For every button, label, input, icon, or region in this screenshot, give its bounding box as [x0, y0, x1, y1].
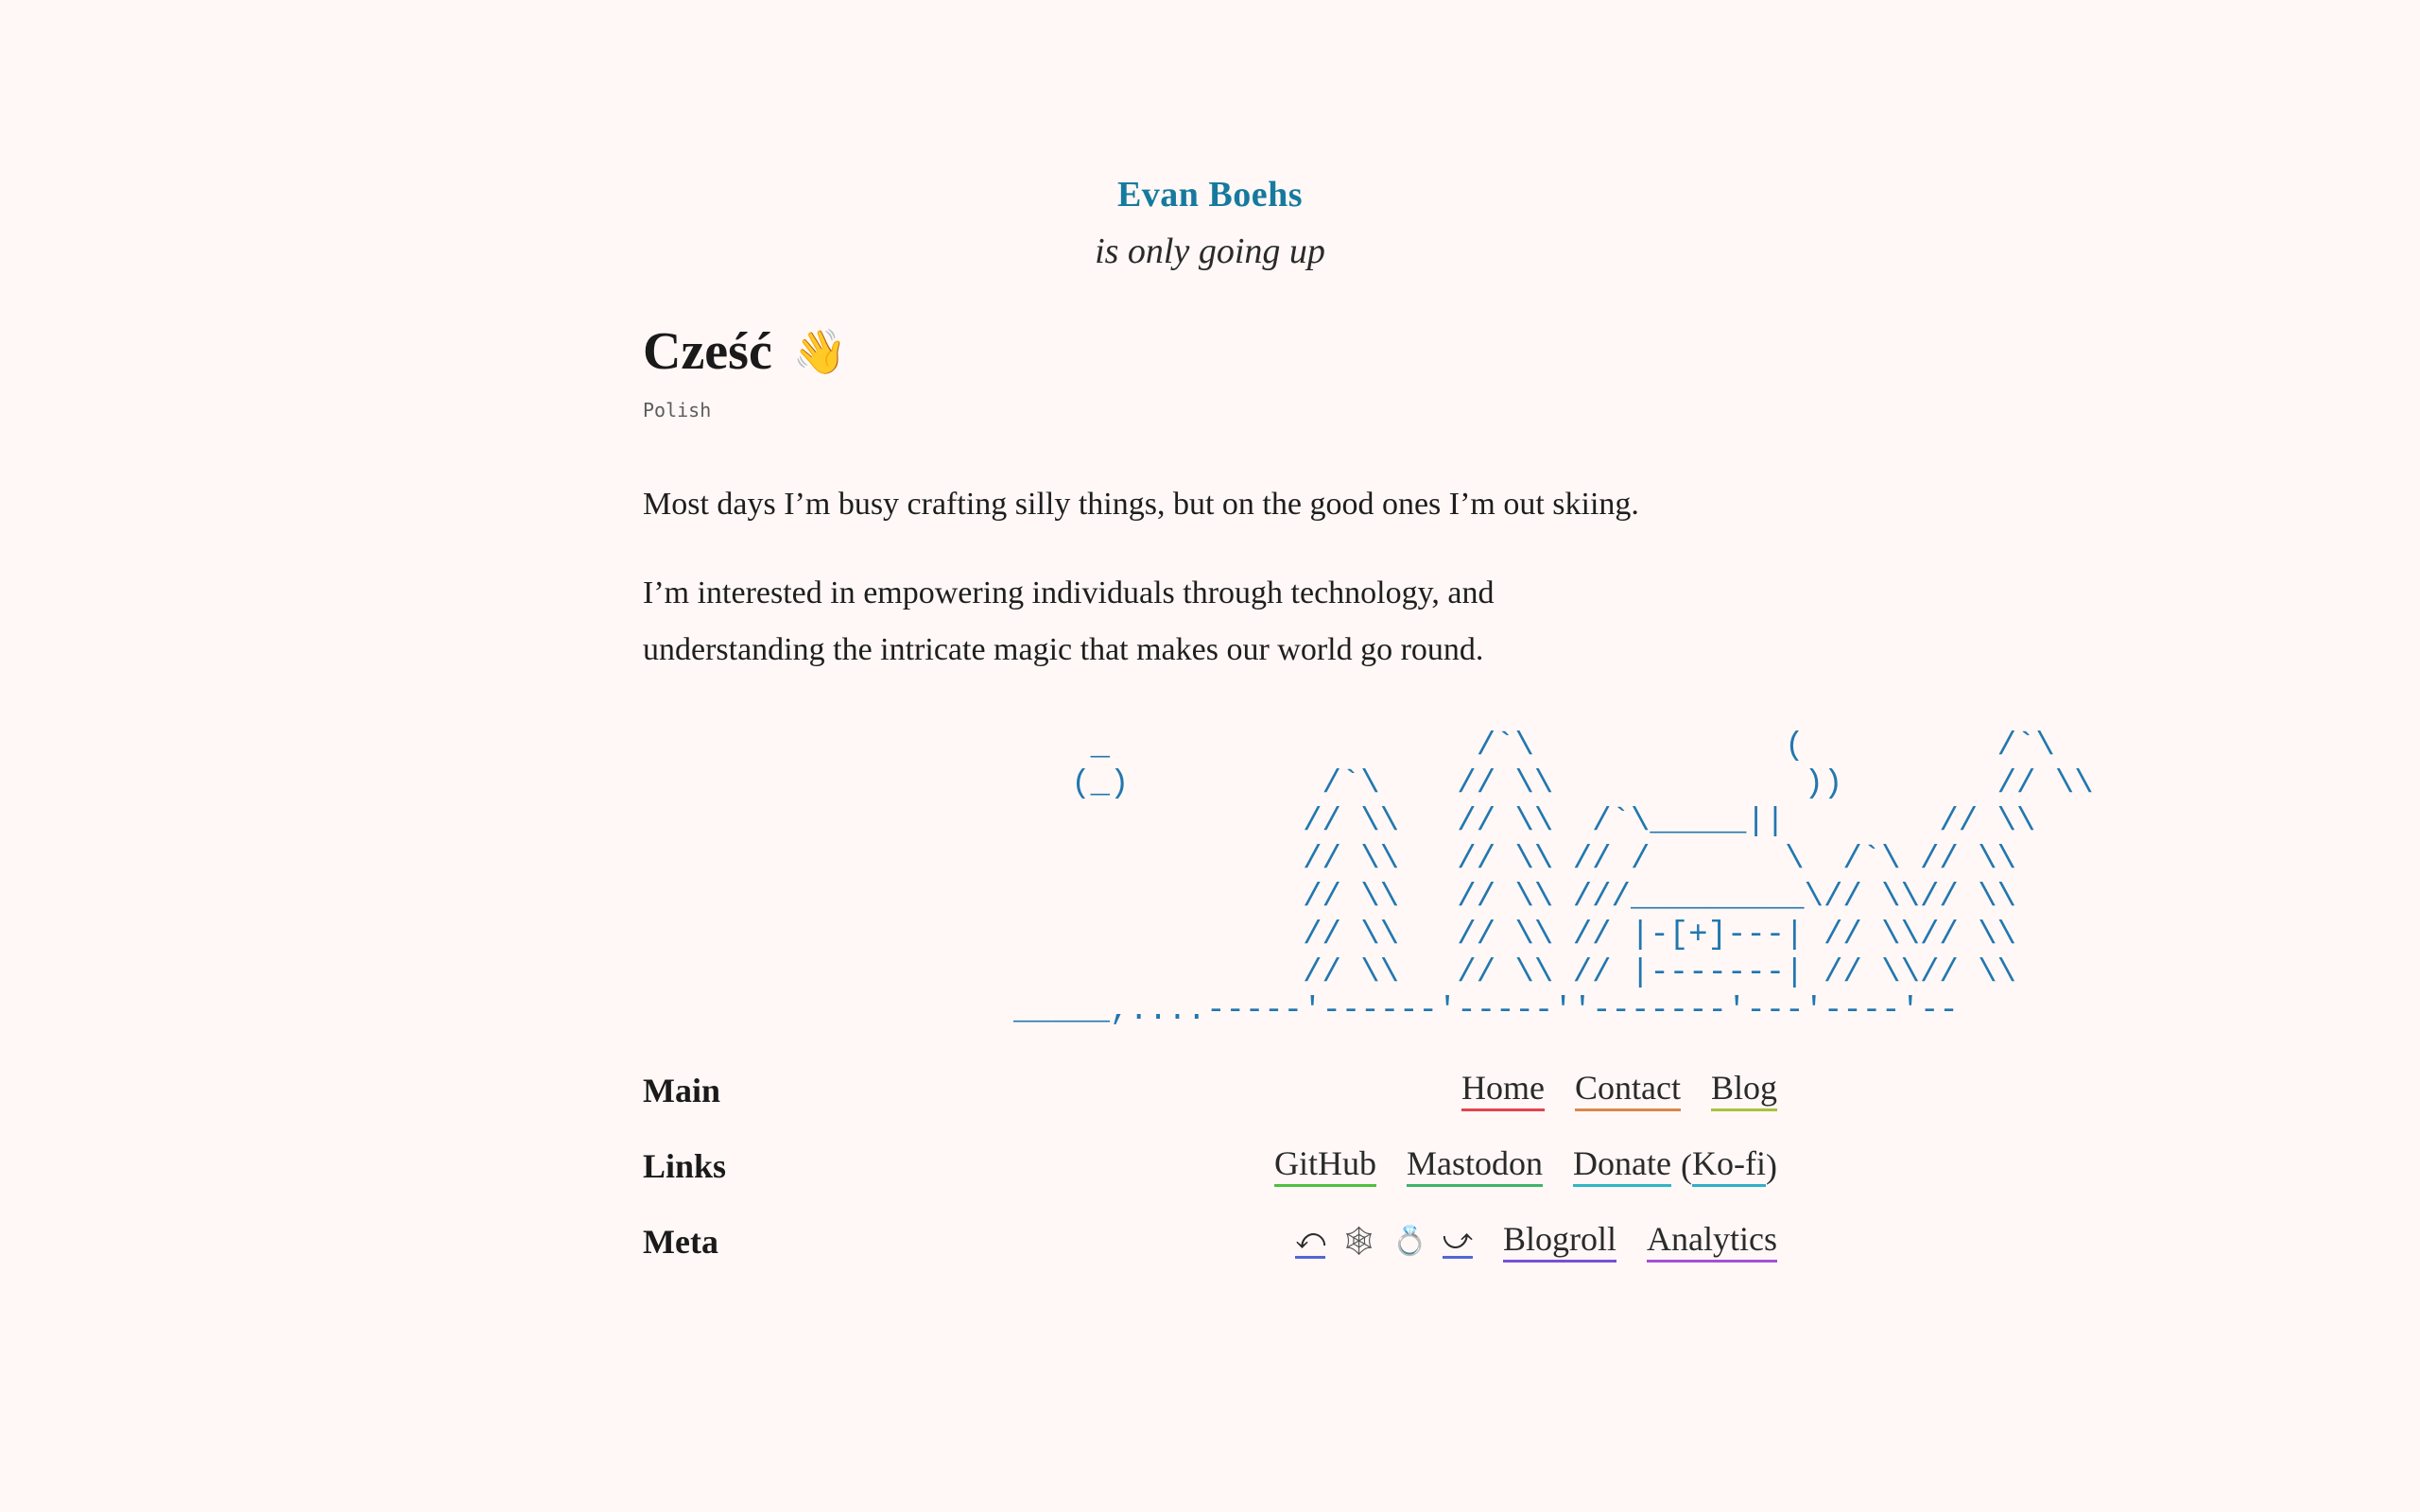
greeting-heading: Cześć: [643, 322, 772, 381]
nav-row-main: Main Home Contact Blog: [643, 1053, 1777, 1128]
nav-link-blogroll[interactable]: Blogroll: [1503, 1220, 1617, 1263]
bio-paragraph-2-line-1: I’m interested in empowering individuals…: [643, 576, 1495, 610]
site-tagline: is only going up: [1095, 232, 1325, 271]
paren-close: ): [1766, 1147, 1777, 1185]
webring: ⤺ 🕸 💍 ⤻: [1295, 1225, 1473, 1259]
nav-row-meta: Meta ⤺ 🕸 💍 ⤻ Blogroll Analytics: [643, 1204, 1777, 1280]
site-header: Evan Boehs is only going up: [643, 0, 1777, 272]
donate-group: Donate (Ko-fi): [1573, 1144, 1777, 1188]
nav-link-mastodon[interactable]: Mastodon: [1407, 1144, 1544, 1188]
nav-label-meta: Meta: [643, 1223, 718, 1261]
nav-links-links: GitHub Mastodon Donate (Ko-fi): [1274, 1144, 1777, 1188]
nav-links-meta: ⤺ 🕸 💍 ⤻ Blogroll Analytics: [1295, 1220, 1777, 1263]
greeting: Cześć 👋: [643, 321, 1777, 382]
paren-open: (: [1681, 1147, 1693, 1185]
site-title-link[interactable]: Evan Boehs: [1117, 175, 1303, 215]
bio: Most days I’m busy crafting silly things…: [643, 476, 1777, 679]
bio-paragraph-2-line-2: understanding the intricate magic that m…: [643, 632, 1484, 667]
page: Evan Boehs is only going up Cześć 👋 Poli…: [643, 0, 2094, 1280]
greeting-language: Polish: [643, 399, 712, 421]
ring-icon: 💍: [1392, 1225, 1427, 1258]
nav-link-analytics[interactable]: Analytics: [1647, 1220, 1777, 1263]
spider-web-icon: 🕸: [1340, 1225, 1377, 1258]
footer-nav: Main Home Contact Blog Links GitHub Mast…: [643, 1053, 1777, 1280]
waving-hand-icon: 👋: [792, 326, 848, 377]
bio-paragraph-2: I’m interested in empowering individuals…: [643, 565, 1777, 679]
nav-label-main: Main: [643, 1072, 721, 1109]
nav-link-donate[interactable]: Donate: [1573, 1144, 1672, 1188]
nav-link-home[interactable]: Home: [1461, 1069, 1545, 1112]
nav-link-contact[interactable]: Contact: [1575, 1069, 1681, 1112]
nav-link-github[interactable]: GitHub: [1274, 1144, 1377, 1188]
webring-next-icon[interactable]: ⤻: [1442, 1225, 1473, 1259]
nav-label-links: Links: [643, 1147, 727, 1185]
nav-links-main: Home Contact Blog: [1461, 1069, 1777, 1112]
bio-paragraph-1: Most days I’m busy crafting silly things…: [643, 487, 1639, 522]
nav-link-blog[interactable]: Blog: [1710, 1069, 1777, 1112]
webring-prev-icon[interactable]: ⤺: [1295, 1225, 1326, 1259]
nav-row-links: Links GitHub Mastodon Donate (Ko-fi): [643, 1128, 1777, 1204]
ascii-art-forest-cabin: _ /`\ ( /`\ (_) /`\ // \\ )) // \\ // \\…: [1013, 729, 2094, 1029]
nav-link-kofi[interactable]: Ko-fi: [1692, 1144, 1766, 1188]
